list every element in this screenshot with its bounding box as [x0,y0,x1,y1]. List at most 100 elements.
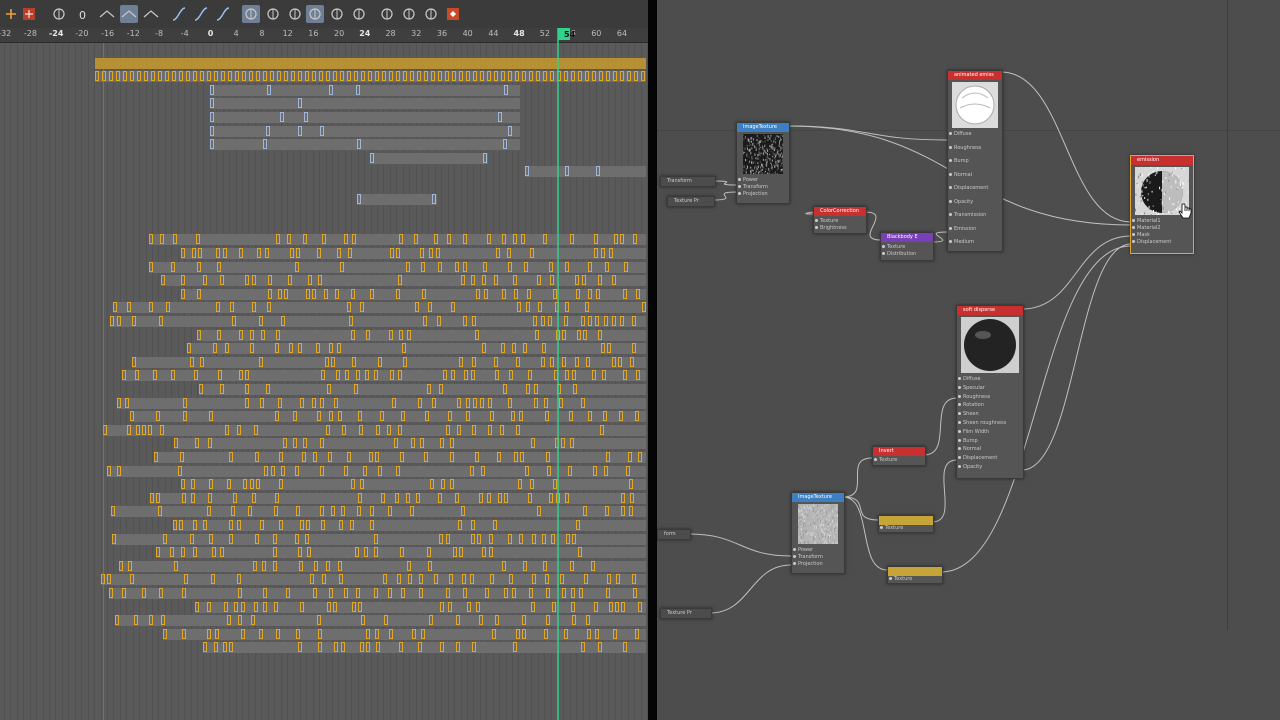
input-socket[interactable] [958,403,961,407]
key-span[interactable] [210,84,520,96]
keyframe[interactable] [382,574,387,585]
keyframe[interactable] [149,302,153,313]
solo-icon[interactable] [422,5,440,23]
keyframe[interactable] [275,343,279,354]
keyframe[interactable] [267,84,271,95]
keyframe[interactable] [95,71,99,82]
track-row[interactable] [0,424,648,437]
keyframe[interactable] [459,547,464,558]
keyframe[interactable] [606,574,611,585]
keyframe[interactable] [194,370,198,381]
keyframe[interactable] [620,506,625,517]
keyframe[interactable] [375,642,380,653]
keyframe[interactable] [533,397,538,408]
keyframe[interactable] [210,574,215,585]
keyframe[interactable] [564,261,569,272]
keyframe[interactable] [279,452,284,462]
keyframe[interactable] [518,533,523,544]
range-icon[interactable] [378,5,396,23]
keyframe[interactable] [515,628,520,639]
keyframe[interactable] [229,302,234,313]
input-socket[interactable] [793,555,796,558]
keyframe[interactable] [374,628,379,639]
keyframe[interactable] [156,492,160,503]
keyframe[interactable] [215,302,220,313]
curve-ease-icon[interactable] [170,5,188,23]
keyframe[interactable] [221,71,225,82]
track-row[interactable] [0,84,648,97]
keyframe[interactable] [364,547,369,558]
keyframe[interactable] [170,547,174,558]
keyframe[interactable] [503,139,507,150]
keyframe[interactable] [510,411,515,422]
track-row[interactable] [0,138,648,151]
keyframe[interactable] [512,642,517,653]
keyframe[interactable] [634,71,638,82]
keyframe[interactable] [438,384,443,394]
keyframe[interactable] [117,397,121,408]
keyframe[interactable] [571,71,575,82]
key-span[interactable] [101,574,646,586]
keyframe[interactable] [487,397,492,408]
keyframe[interactable] [582,506,587,517]
keyframe[interactable] [513,288,518,299]
track-row[interactable] [0,152,648,165]
keyframe[interactable] [454,261,459,272]
keyframe[interactable] [548,316,553,326]
keyframe[interactable] [569,438,574,449]
keyframe[interactable] [570,560,575,571]
keyframe[interactable] [254,533,259,544]
keyframe[interactable] [340,642,345,653]
keyframe[interactable] [544,411,549,422]
keyframe[interactable] [531,574,536,585]
keyframe[interactable] [217,329,221,340]
keyframe[interactable] [241,601,245,612]
keyframe[interactable] [159,316,163,326]
keyframe[interactable] [239,329,243,340]
node-image-texture-top[interactable]: ImageTexture Power Transform Projection [736,122,790,204]
keyframe[interactable] [574,275,579,286]
track-row[interactable] [0,383,648,396]
keyframe[interactable] [493,275,498,286]
keyframe[interactable] [558,397,563,408]
input-socket[interactable] [880,526,883,529]
frame-ruler[interactable]: -32-28-24-20-16-12-8-4048121620242832364… [0,28,648,43]
keyframe[interactable] [430,479,435,490]
keyframe[interactable] [228,71,232,82]
keyframe[interactable] [550,356,555,367]
keyframe[interactable] [327,384,332,394]
keyframe[interactable] [306,288,311,299]
keyframe[interactable] [620,316,625,326]
keyframe[interactable] [337,248,341,258]
track-row[interactable] [0,628,648,641]
keyframe[interactable] [268,288,273,299]
keyframe[interactable] [379,411,384,422]
keyframe[interactable] [312,588,317,598]
keyframe[interactable] [462,588,467,598]
keyframe[interactable] [304,533,309,544]
keyframe[interactable] [272,533,277,544]
keyframe[interactable] [495,615,500,626]
keyframe[interactable] [276,329,280,340]
keyframe[interactable] [270,71,274,82]
keyframe[interactable] [173,560,178,571]
keyframe[interactable] [223,248,227,258]
track-row[interactable] [0,478,648,491]
keyframe[interactable] [340,71,344,82]
keyframe[interactable] [355,370,360,381]
tangent-broken-icon[interactable] [142,5,160,23]
keyframe[interactable] [518,411,523,422]
keyframe[interactable] [445,588,450,598]
keyframe[interactable] [225,343,229,354]
input-socket[interactable] [882,245,885,248]
keyframe[interactable] [391,397,396,408]
keyframe[interactable] [352,234,357,245]
keyframe[interactable] [388,329,393,340]
keyframe[interactable] [565,166,569,177]
keyframe[interactable] [304,112,308,122]
keyframe[interactable] [465,397,470,408]
keyframe[interactable] [360,302,365,313]
keyframe[interactable] [181,479,185,490]
keyframe[interactable] [357,139,361,150]
keyframe[interactable] [619,234,624,245]
